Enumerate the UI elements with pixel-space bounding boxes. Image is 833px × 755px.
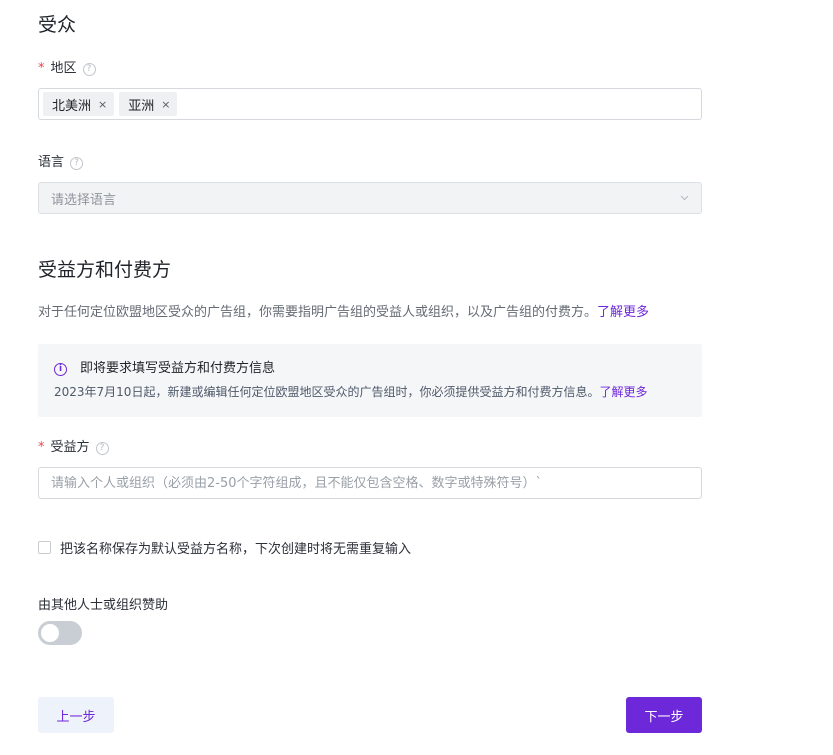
toggle-knob bbox=[41, 624, 59, 642]
chevron-down-icon bbox=[680, 193, 689, 204]
language-select-placeholder: 请选择语言 bbox=[51, 192, 117, 208]
save-default-checkbox-row[interactable]: 把该名称保存为默认受益方名称，下次创建时将无需重复输入 bbox=[38, 538, 411, 557]
region-tag: 北美洲 × bbox=[43, 92, 115, 116]
info-notice-text: 2023年7月10日起，新建或编辑任何定位欧盟地区受众的广告组时，你必须提供受益… bbox=[54, 384, 686, 400]
region-tag: 亚洲 × bbox=[119, 92, 178, 116]
learn-more-link[interactable]: 了解更多 bbox=[597, 305, 649, 320]
beneficiary-label: * 受益方 ? bbox=[38, 439, 109, 457]
required-mark: * bbox=[38, 61, 45, 76]
save-default-label: 把该名称保存为默认受益方名称，下次创建时将无需重复输入 bbox=[60, 542, 412, 557]
info-notice-title: i 即将要求填写受益方和付费方信息 bbox=[54, 360, 686, 378]
info-learn-more-link[interactable]: 了解更多 bbox=[599, 385, 647, 399]
audience-form-page: 受众 * 地区 ? 北美洲 × 亚洲 × 语言 ? 请选择语言 受益方和付费方 … bbox=[0, 0, 833, 755]
info-notice: i 即将要求填写受益方和付费方信息 2023年7月10日起，新建或编辑任何定位欧… bbox=[38, 344, 702, 417]
language-label-text: 语言 bbox=[38, 155, 65, 170]
region-tag-input[interactable]: 北美洲 × 亚洲 × bbox=[38, 88, 702, 120]
region-tag-label: 北美洲 bbox=[52, 98, 92, 114]
help-icon[interactable]: ? bbox=[70, 156, 84, 170]
close-icon[interactable]: × bbox=[161, 98, 170, 111]
region-label: * 地区 ? bbox=[38, 60, 96, 78]
sponsored-label: 由其他人士或组织赞助 bbox=[38, 598, 169, 613]
save-default-checkbox[interactable] bbox=[38, 541, 51, 554]
sponsored-toggle[interactable] bbox=[38, 621, 82, 645]
info-notice-title-text: 即将要求填写受益方和付费方信息 bbox=[80, 361, 276, 376]
beneficiary-label-text: 受益方 bbox=[50, 440, 90, 455]
info-icon: i bbox=[54, 362, 67, 376]
prev-button[interactable]: 上一步 bbox=[38, 697, 114, 733]
language-label: 语言 ? bbox=[38, 154, 84, 172]
beneficiary-description: 对于任何定位欧盟地区受众的广告组，你需要指明广告组的受益人或组织，以及广告组的付… bbox=[38, 304, 649, 322]
region-label-text: 地区 bbox=[50, 61, 77, 76]
help-icon[interactable]: ? bbox=[82, 62, 96, 76]
section-title-audience: 受众 bbox=[38, 14, 77, 36]
section-title-beneficiary: 受益方和付费方 bbox=[38, 259, 172, 281]
required-mark: * bbox=[38, 440, 45, 455]
region-tag-label: 亚洲 bbox=[128, 98, 155, 114]
info-notice-body: 2023年7月10日起，新建或编辑任何定位欧盟地区受众的广告组时，你必须提供受益… bbox=[54, 385, 600, 399]
beneficiary-input[interactable] bbox=[38, 467, 702, 499]
beneficiary-description-text: 对于任何定位欧盟地区受众的广告组，你需要指明广告组的受益人或组织，以及广告组的付… bbox=[38, 305, 598, 320]
help-icon[interactable]: ? bbox=[95, 441, 109, 455]
next-button[interactable]: 下一步 bbox=[626, 697, 702, 733]
language-select[interactable]: 请选择语言 bbox=[38, 182, 702, 214]
close-icon[interactable]: × bbox=[98, 98, 107, 111]
